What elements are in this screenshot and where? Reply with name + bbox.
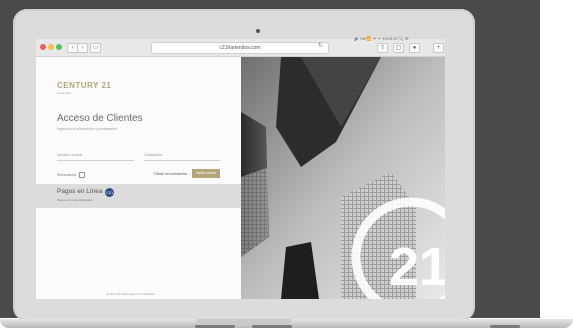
remember-label: Recordarme xyxy=(57,172,77,177)
skyscraper-illustration: 21 xyxy=(241,57,445,299)
camera-icon xyxy=(256,29,260,33)
page-subtitle: Ingresa a tu información y contratación xyxy=(57,127,118,131)
forward-icon[interactable]: › xyxy=(77,43,88,53)
tabs-icon[interactable]: ▢ xyxy=(393,43,404,53)
hero-image: 21 xyxy=(241,57,445,299)
forgot-password-link[interactable]: Olvidé mi contraseña xyxy=(154,172,187,176)
zoom-window-button[interactable] xyxy=(56,44,62,50)
backdrop-right xyxy=(540,0,573,331)
laptop-notch xyxy=(196,319,292,324)
menubar-status: 🔊 Vie 📶 ✦ ᯤ 14:19:37 🔍 ☰ xyxy=(354,36,409,41)
svg-text:21: 21 xyxy=(389,237,445,297)
minimize-window-button[interactable] xyxy=(48,44,54,50)
page-title: Acceso de Clientes xyxy=(57,113,143,124)
laptop-screen: ‹ › ▭ c21hartendos.com ↻ ⇧ ▢ ● + CENTURY… xyxy=(36,39,445,299)
laptop-foot xyxy=(195,325,235,328)
brand-subtitle: Hartendos xyxy=(57,91,71,95)
share-icon[interactable]: ⇧ xyxy=(377,43,388,53)
footer-text: Century 21 Hartendos © Inmobiliaria xyxy=(106,292,155,296)
address-bar[interactable]: c21hartendos.com xyxy=(151,42,329,54)
remember-checkbox[interactable] xyxy=(79,172,86,178)
login-button[interactable]: Iniciar sesión xyxy=(192,169,220,178)
laptop-foot xyxy=(490,325,520,328)
reload-icon[interactable]: ↻ xyxy=(318,42,323,49)
online-payments-title: Pagos en Línea xyxy=(57,188,103,195)
password-field[interactable]: Contraseña xyxy=(144,151,220,161)
extension-icon[interactable]: ● xyxy=(409,43,420,53)
sidebar-icon[interactable]: ▭ xyxy=(90,43,101,53)
username-field[interactable]: Nombre Usuario xyxy=(57,151,134,161)
add-tab-icon[interactable]: + xyxy=(433,43,444,53)
brand-logo: CENTURY 21 xyxy=(57,81,112,90)
laptop-foot xyxy=(252,325,292,328)
close-window-button[interactable] xyxy=(40,44,46,50)
remember-me[interactable]: Recordarme xyxy=(57,172,86,178)
online-payments-subtitle: Pagos en Línea Hartendos xyxy=(57,198,93,202)
payments-badge-icon[interactable]: C21 xyxy=(105,188,114,197)
